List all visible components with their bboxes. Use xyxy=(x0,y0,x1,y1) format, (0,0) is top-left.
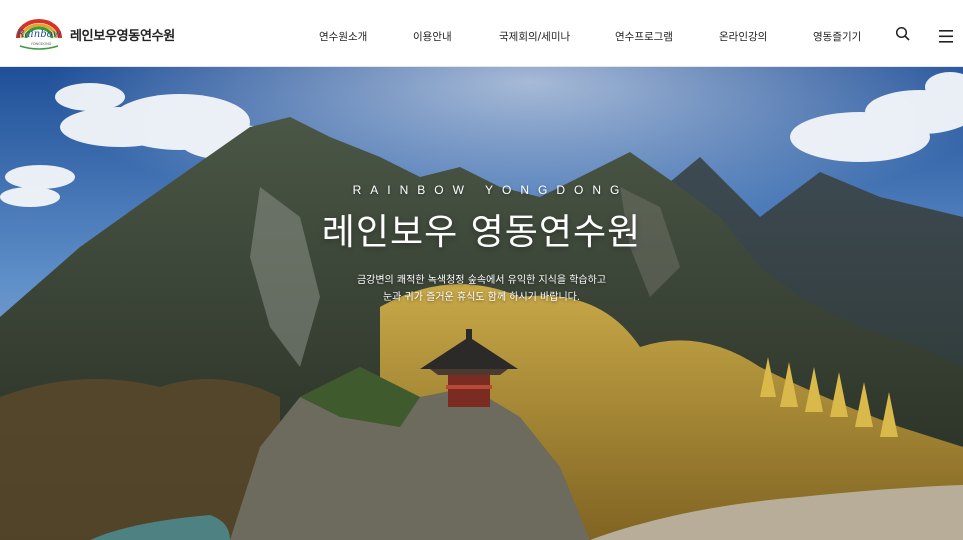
menu-icon[interactable] xyxy=(939,28,953,47)
hero-description-line-2: 눈과 귀가 즐거운 휴식도 함께 하시기 바랍니다. xyxy=(382,292,581,303)
logo[interactable]: Rainbow YONGDONG 레인보우영동연수원 xyxy=(14,16,175,52)
search-icon[interactable] xyxy=(895,26,911,46)
site-header: Rainbow YONGDONG 레인보우영동연수원 연수원소개 이용안내 국제… xyxy=(0,0,963,67)
nav-item-programs[interactable]: 연수프로그램 xyxy=(615,29,673,44)
nav-item-conference[interactable]: 국제회의/세미나 xyxy=(499,29,570,44)
hero-description-line-1: 금강변의 쾌적한 녹색청정 숲속에서 유익한 지식을 학습하고 xyxy=(356,275,607,286)
site-name: 레인보우영동연수원 xyxy=(70,28,175,44)
nav-item-about[interactable]: 연수원소개 xyxy=(319,29,367,44)
nav-item-online[interactable]: 온라인강의 xyxy=(719,29,767,44)
hero-eyebrow: RAINBOW YONGDONG xyxy=(352,183,629,197)
nav-item-guide[interactable]: 이용안내 xyxy=(413,29,452,44)
nav-item-enjoy[interactable]: 영동즐기기 xyxy=(813,29,861,44)
hero-title: 레인보우 영동연수원 xyxy=(321,212,642,253)
logo-word: Rainbow xyxy=(16,29,62,40)
logo-sub: YONGDONG xyxy=(31,42,52,46)
rainbow-logo-icon: Rainbow YONGDONG xyxy=(14,16,64,52)
hero-banner: RAINBOW YONGDONG 레인보우 영동연수원 금강변의 쾌적한 녹색청… xyxy=(0,67,963,540)
hero-description: 금강변의 쾌적한 녹색청정 숲속에서 유익한 지식을 학습하고 눈과 귀가 즐거… xyxy=(0,272,963,306)
